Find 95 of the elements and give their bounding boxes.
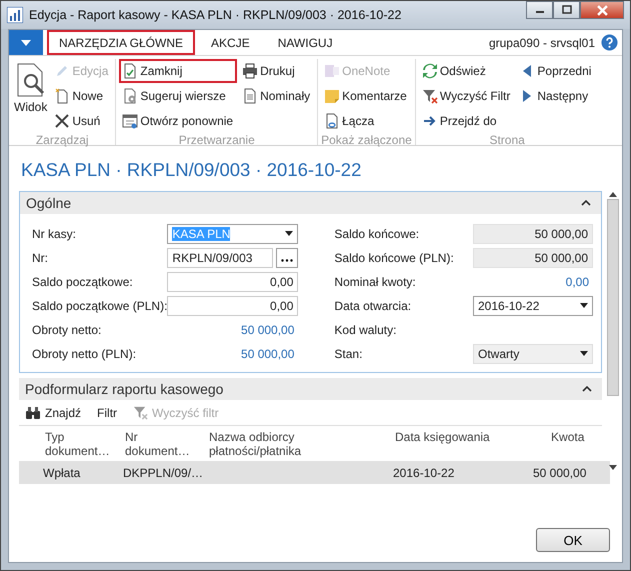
caret-icon [580,303,588,308]
toolbar-button[interactable]: Filtr [97,405,118,420]
column-header[interactable]: Nazwa odbiorcy płatności/płatnika [203,426,389,461]
field-label: Saldo końcowe (PLN): [334,250,454,264]
table-row[interactable]: Wpłata DKPPLN/09/… 2016-10-22 50 000,00 [19,461,610,484]
toolbar-button[interactable]: Znajdź [25,405,82,420]
ribbon-action[interactable]: Otwórz ponownie [119,109,238,133]
document-link-icon [324,113,340,129]
collapse-icon[interactable] [581,200,591,206]
field-label: Kod waluty: [334,322,396,336]
ribbon-action[interactable]: Odśwież [418,59,514,83]
input-field[interactable]: 0,00 [167,296,298,316]
ok-button[interactable]: OK [536,528,610,552]
group-label: Strona [488,133,526,149]
close-button[interactable] [580,1,624,19]
lookup-button[interactable] [276,248,298,268]
column-header[interactable]: Nr dokument… [119,426,203,461]
ribbon-action[interactable]: Łącza [321,109,411,133]
caret-icon [285,231,294,236]
note-icon [324,88,340,104]
field-label: Saldo końcowe: [334,226,420,240]
caret-icon [21,40,31,46]
clear-filter-icon [422,88,438,104]
field-label: Saldo początkowe (PLN): [32,298,168,312]
field-label: Nr: [32,250,48,264]
group-label: Przetwarzanie [178,133,256,149]
column-header[interactable]: Kwota [509,426,610,461]
dropdown-field[interactable]: Otwarty [473,344,593,364]
ribbon-tab[interactable]: NAWIGUJ [266,30,345,55]
printer-icon [242,63,258,79]
ribbon-action[interactable]: Nominały [239,84,314,108]
notebook-icon [324,63,340,79]
field-label: Obroty netto: [32,322,102,336]
ribbon-action[interactable]: Zamknij [119,59,238,83]
close-icon [596,4,608,16]
maximize-icon [562,5,572,15]
ellipsis-icon [281,258,294,262]
ribbon-action[interactable]: Sugeruj wiersze [119,84,238,108]
minimize-button[interactable] [526,1,553,19]
column-header[interactable]: Data księgowania [389,426,509,461]
input-field[interactable]: 0,00 [167,272,298,292]
ribbon-action[interactable]: Poprzedni [516,59,596,83]
group-label: Zarządzaj [34,133,90,149]
scroll-up-icon[interactable] [609,192,617,197]
delete-icon [54,113,70,129]
document-icon [242,88,258,104]
table-cell-text: 50 000,00 [532,466,588,480]
document-check-icon [122,63,138,79]
field-label: Nominał kwoty: [334,274,416,288]
calendar-icon [122,113,138,129]
field-label: Saldo początkowe: [32,274,133,288]
caret-icon [580,351,588,356]
ribbon-action[interactable]: Wyczyść Filtr [418,84,514,108]
section-header[interactable]: Podformularz raportu kasowego [19,378,602,400]
field-value-link[interactable]: 50 000,00 [241,322,298,336]
new-document-icon [54,88,70,104]
ribbon-action[interactable]: Usuń [51,109,112,133]
group-label: Pokaż załączone [321,133,412,149]
clear-filter-icon [133,405,148,420]
field-value-link[interactable]: 0,00 [566,274,593,288]
field-label: Data otwarcia: [334,298,412,312]
ribbon-action[interactable]: Drukuj [239,59,314,83]
app-icon [7,7,23,23]
table-cell-text: DKPPLN/09/… [122,466,203,480]
help-icon[interactable] [601,34,618,51]
ribbon-action[interactable]: Nowe [51,84,112,108]
view-button[interactable]: Widok [12,59,50,133]
ribbon-action[interactable]: Komentarze [321,84,411,108]
dropdown-field[interactable]: 2016-10-22 [473,296,593,316]
window-title: Edycja - Raport kasowy - KASA PLN · RKPLN/09/003 · 2016-10-22 [29,8,402,22]
field-label: Stan: [334,346,362,360]
ribbon-action[interactable]: Przejdź do [418,109,514,133]
readonly-field: 50 000,00 [473,224,593,244]
menu-button[interactable] [9,30,43,55]
ribbon-tab[interactable]: NARZĘDZIA GŁÓWNE [47,30,196,55]
table-cell-text: Wpłata [42,466,82,480]
readonly-field: 50 000,00 [473,248,593,268]
scroll-down-icon[interactable] [609,465,617,470]
binoculars-icon [25,406,41,420]
column-header[interactable]: Typ dokument… [19,426,119,461]
document-gear-icon [122,88,138,104]
field-label: Nr kasy: [32,226,76,240]
field-label: Obroty netto (PLN): [32,346,136,360]
field-value-link[interactable]: 50 000,00 [241,346,298,360]
ribbon-tab[interactable]: AKCJE [199,30,262,55]
table-cell-text: 2016-10-22 [392,466,456,480]
user-label: grupa090 - srvsql01 [488,36,595,50]
page-title: KASA PLN · RKPLN/09/003 · 2016-10-22 [20,158,362,182]
collapse-icon[interactable] [582,386,592,392]
section-header[interactable]: Ogólne [20,192,601,214]
input-field[interactable]: RKPLN/09/003 [167,248,274,268]
refresh-icon [422,63,438,79]
maximize-button[interactable] [553,1,580,19]
magnifier-document-icon [16,63,46,97]
ribbon-action[interactable]: Następny [516,84,596,108]
